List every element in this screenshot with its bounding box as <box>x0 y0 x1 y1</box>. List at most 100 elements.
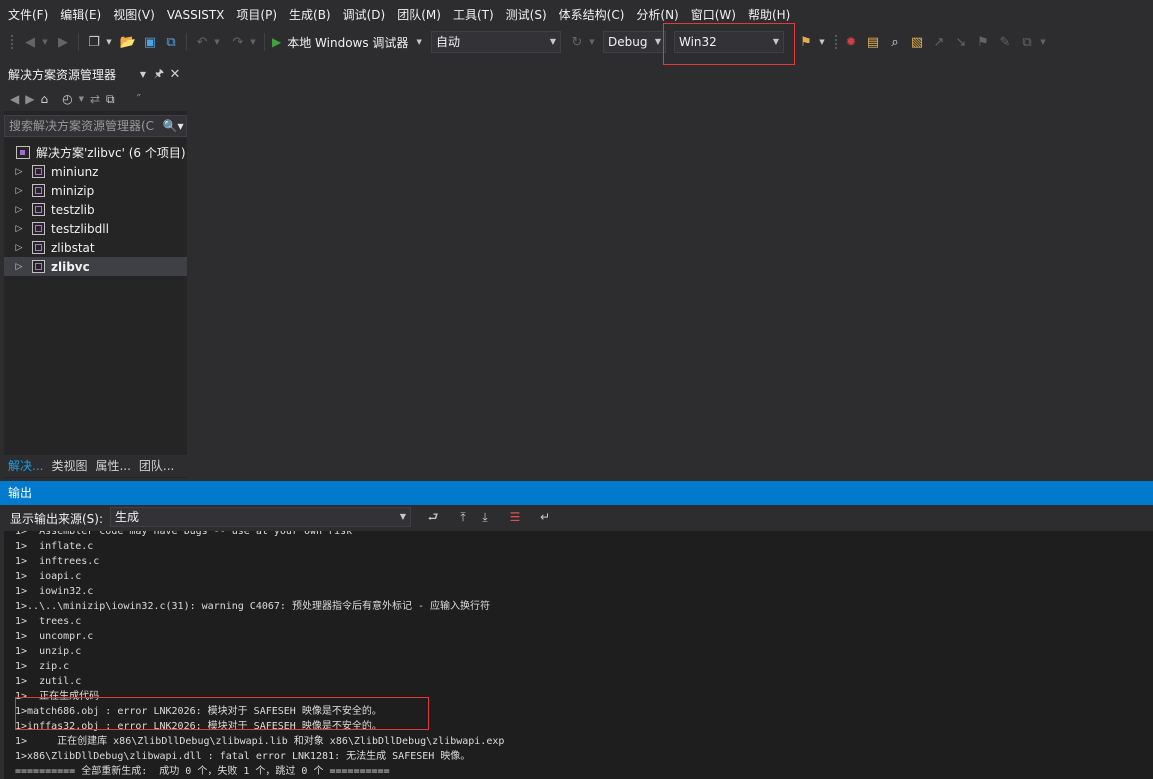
overflow-icon[interactable]: ▼ <box>1038 30 1048 54</box>
goto-icon[interactable]: ↘ <box>952 30 970 54</box>
tab-properties[interactable]: 属性... <box>91 455 134 477</box>
vc-project-icon <box>32 260 45 273</box>
find-symbol-icon[interactable]: ⌕ <box>886 30 904 54</box>
folder-icon[interactable]: ▤ <box>864 30 882 54</box>
output-source-dropdown[interactable]: 生成 ▼ <box>110 507 411 527</box>
window-position-icon[interactable]: ▼ <box>135 70 151 79</box>
output-source-value: 生成 <box>115 510 140 524</box>
start-debugging-button[interactable]: ▶ 本地 Windows 调试器 ▼ <box>272 30 432 54</box>
overflow-icon[interactable]: ″ <box>137 92 141 106</box>
tab-solution-explorer[interactable]: 解决... <box>4 455 47 477</box>
toolbar-grip[interactable] <box>834 34 838 50</box>
toolbar-separator <box>186 33 187 51</box>
redo-dropdown-icon[interactable]: ▼ <box>248 30 258 54</box>
output-line: 1> uncompr.c <box>15 631 94 642</box>
menu-window[interactable]: 窗口(W) <box>685 0 742 30</box>
menu-analyze[interactable]: 分析(N) <box>630 0 684 30</box>
menu-architecture[interactable]: 体系结构(C) <box>553 0 631 30</box>
navigate-forward-icon[interactable]: ▶ <box>53 30 73 54</box>
expand-arrow-icon[interactable]: ▷ <box>12 205 26 215</box>
project-node-testzlib[interactable]: ▷ testzlib <box>4 200 187 219</box>
expand-arrow-icon[interactable]: ▷ <box>12 224 26 234</box>
find-in-files-icon[interactable]: ⚑ <box>797 30 815 54</box>
output-source-label: 显示输出来源(S): <box>10 511 104 526</box>
vc-project-icon <box>32 203 45 216</box>
build-configuration-dropdown[interactable]: Debug ▼ <box>603 31 666 53</box>
output-text-area[interactable]: 1> Assembler code may have bugs -- use a… <box>4 531 1153 779</box>
navigate-back-dropdown-icon[interactable]: ▼ <box>40 30 50 54</box>
menu-team[interactable]: 团队(M) <box>391 0 447 30</box>
forward-icon[interactable]: ▶ <box>25 92 34 106</box>
solution-configurations-value: 自动 <box>436 35 461 49</box>
toggle-word-wrap-icon[interactable]: ↵ <box>536 508 554 526</box>
pending-changes-icon[interactable]: ⇄ <box>90 92 100 106</box>
solution-configurations-dropdown[interactable]: 自动 ▼ <box>431 31 561 53</box>
project-node-zlibstat[interactable]: ▷ zlibstat <box>4 238 187 257</box>
tab-class-view[interactable]: 类视图 <box>47 455 91 477</box>
new-project-dropdown-icon[interactable]: ▼ <box>104 30 114 54</box>
new-project-icon[interactable]: ❐ <box>84 30 104 54</box>
solution-node[interactable]: 解决方案'zlibvc' (6 个项目) <box>4 143 187 162</box>
build-configuration-value: Debug <box>608 35 648 49</box>
expand-arrow-icon[interactable]: ▷ <box>12 186 26 196</box>
output-line: 1> Assembler code may have bugs -- use a… <box>15 531 353 537</box>
menu-file[interactable]: 文件(F) <box>2 0 54 30</box>
project-label: zlibvc <box>51 259 90 274</box>
menu-project[interactable]: 项目(P) <box>230 0 283 30</box>
expand-arrow-icon[interactable]: ▷ <box>12 167 26 177</box>
back-icon[interactable]: ◀ <box>10 92 19 106</box>
pin-icon[interactable]: 🖈 <box>151 65 167 84</box>
tab-team-explorer[interactable]: 团队... <box>135 455 178 477</box>
find-next-message-icon[interactable]: ⤓ <box>476 508 494 526</box>
open-corresponding-icon[interactable]: ▧ <box>908 30 926 54</box>
menu-tools[interactable]: 工具(T) <box>447 0 500 30</box>
expand-arrow-icon[interactable]: ▷ <box>12 262 26 272</box>
bookmark-icon[interactable]: ⚑ <box>974 30 992 54</box>
overflow-icon[interactable]: ▼ <box>817 30 827 54</box>
sync-dropdown-icon[interactable]: ▼ <box>79 95 84 103</box>
clear-all-icon[interactable]: ☰ <box>506 508 524 526</box>
undo-dropdown-icon[interactable]: ▼ <box>212 30 222 54</box>
toolbar-grip[interactable] <box>10 34 14 50</box>
undo-icon[interactable]: ↶ <box>192 30 212 54</box>
platform-value: Win32 <box>679 35 717 49</box>
open-file-icon[interactable]: 📂 <box>118 30 138 54</box>
copy-icon[interactable]: ⧉ <box>1018 30 1036 54</box>
save-icon[interactable]: ▣ <box>141 30 159 54</box>
refresh-dropdown-icon[interactable]: ▼ <box>587 30 597 54</box>
project-node-testzlibdll[interactable]: ▷ testzlibdll <box>4 219 187 238</box>
project-node-miniunz[interactable]: ▷ miniunz <box>4 162 187 181</box>
search-icon[interactable]: 🔍▾ <box>162 116 184 136</box>
bug-icon[interactable]: ✹ <box>842 30 860 54</box>
project-label: testzlib <box>51 202 95 217</box>
menu-view[interactable]: 视图(V) <box>107 0 161 30</box>
navigate-back-icon[interactable]: ◀ <box>20 30 40 54</box>
project-node-zlibvc[interactable]: ▷ zlibvc <box>4 257 187 276</box>
go-to-next-message-icon[interactable]: ⮐ <box>424 508 442 526</box>
find-previous-message-icon[interactable]: ⤒ <box>454 508 472 526</box>
save-all-icon[interactable]: ⧉ <box>162 30 180 54</box>
solution-search-placeholder: 搜索解决方案资源管理器(C <box>9 119 155 133</box>
menu-debug[interactable]: 调试(D) <box>337 0 392 30</box>
platform-dropdown[interactable]: Win32 ▼ <box>674 31 784 53</box>
output-line: 1> inflate.c <box>15 541 94 552</box>
home-icon[interactable]: ⌂ <box>40 92 48 106</box>
solution-search-input[interactable]: 搜索解决方案资源管理器(C 🔍▾ <box>4 115 187 137</box>
menu-edit[interactable]: 编辑(E) <box>54 0 107 30</box>
menu-test[interactable]: 测试(S) <box>500 0 553 30</box>
expand-arrow-icon[interactable]: ▷ <box>12 243 26 253</box>
menu-help[interactable]: 帮助(H) <box>742 0 796 30</box>
project-node-minizip[interactable]: ▷ minizip <box>4 181 187 200</box>
refresh-icon[interactable]: ↻ <box>567 30 587 54</box>
close-icon[interactable]: ✕ <box>167 67 183 82</box>
navigate-icon[interactable]: ↗ <box>930 30 948 54</box>
output-panel: 输出 显示输出来源(S): 生成 ▼ ⮐ ⤒ ⤓ ☰ ↵ 1> Assemble… <box>0 481 1153 779</box>
collapse-all-icon[interactable]: ⧉ <box>106 92 115 107</box>
comment-icon[interactable]: ✎ <box>996 30 1014 54</box>
redo-icon[interactable]: ↷ <box>228 30 248 54</box>
sync-icon[interactable]: ◴ <box>62 92 72 106</box>
solution-explorer-titlebar: 解决方案资源管理器 ▼ 🖈 ✕ <box>4 62 187 87</box>
menu-bar: 文件(F) 编辑(E) 视图(V) VASSISTX 项目(P) 生成(B) 调… <box>0 0 1153 30</box>
menu-build[interactable]: 生成(B) <box>283 0 337 30</box>
menu-vassistx[interactable]: VASSISTX <box>161 0 231 30</box>
